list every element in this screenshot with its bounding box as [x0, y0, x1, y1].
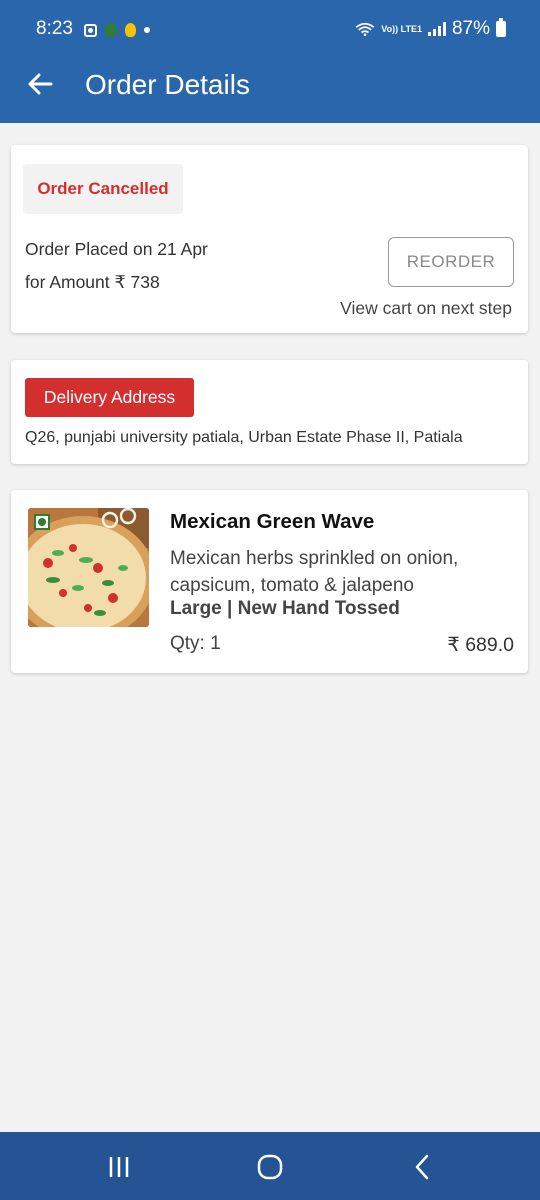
home-icon [257, 1154, 283, 1180]
app-notification-icon [84, 23, 97, 37]
volte-indicator: Vo)) LTE1 [381, 23, 422, 34]
item-description: Mexican herbs sprinkled on onion, capsic… [170, 548, 459, 596]
recents-button[interactable] [99, 1150, 139, 1184]
back-button[interactable] [22, 66, 58, 102]
delivery-address-label: Delivery Address [25, 378, 194, 417]
home-button[interactable] [250, 1150, 290, 1184]
order-item-card: Mexican Green Wave Mexican herbs sprinkl… [11, 490, 528, 673]
order-status-card: Order Cancelled Order Placed on 21 Apr f… [11, 145, 528, 333]
delivery-address-text: Q26, punjabi university patiala, Urban E… [25, 429, 463, 446]
status-bar: 8:23 Vo)) LTE1 87% [0, 0, 540, 44]
battery-percent: 87% [451, 18, 490, 39]
wifi-icon [356, 22, 375, 36]
item-name: Mexican Green Wave [170, 510, 375, 533]
battery-icon [496, 18, 506, 37]
reorder-button[interactable]: REORDER [388, 237, 514, 287]
order-amount: for Amount ₹ 738 [25, 272, 160, 292]
back-icon [415, 1154, 429, 1180]
app-bar: Order Details [0, 44, 540, 123]
item-variant: Large | New Hand Tossed [170, 598, 400, 619]
bulb-notification-icon [125, 23, 136, 37]
leaf-notification-icon [105, 23, 117, 37]
notification-icons [84, 20, 150, 40]
reorder-hint: View cart on next step [340, 298, 512, 318]
system-nav-bar [0, 1132, 540, 1200]
order-placed-date: Order Placed on 21 Apr [25, 239, 208, 259]
item-price: ₹ 689.0 [447, 634, 514, 656]
signal-icon [427, 22, 446, 36]
system-status: Vo)) LTE1 87% [355, 18, 506, 40]
status-time: 8:23 [36, 18, 73, 39]
item-quantity: Qty: 1 [170, 633, 221, 654]
system-back-button[interactable] [402, 1150, 442, 1184]
back-arrow-icon [28, 73, 53, 95]
more-notifications-icon [144, 27, 150, 33]
delivery-address-card: Delivery Address Q26, punjabi university… [11, 360, 528, 464]
page-title: Order Details [85, 69, 250, 100]
order-status-badge: Order Cancelled [23, 164, 183, 214]
pizza-image [28, 508, 149, 627]
veg-mark-icon [34, 514, 50, 530]
recents-icon [109, 1157, 129, 1177]
